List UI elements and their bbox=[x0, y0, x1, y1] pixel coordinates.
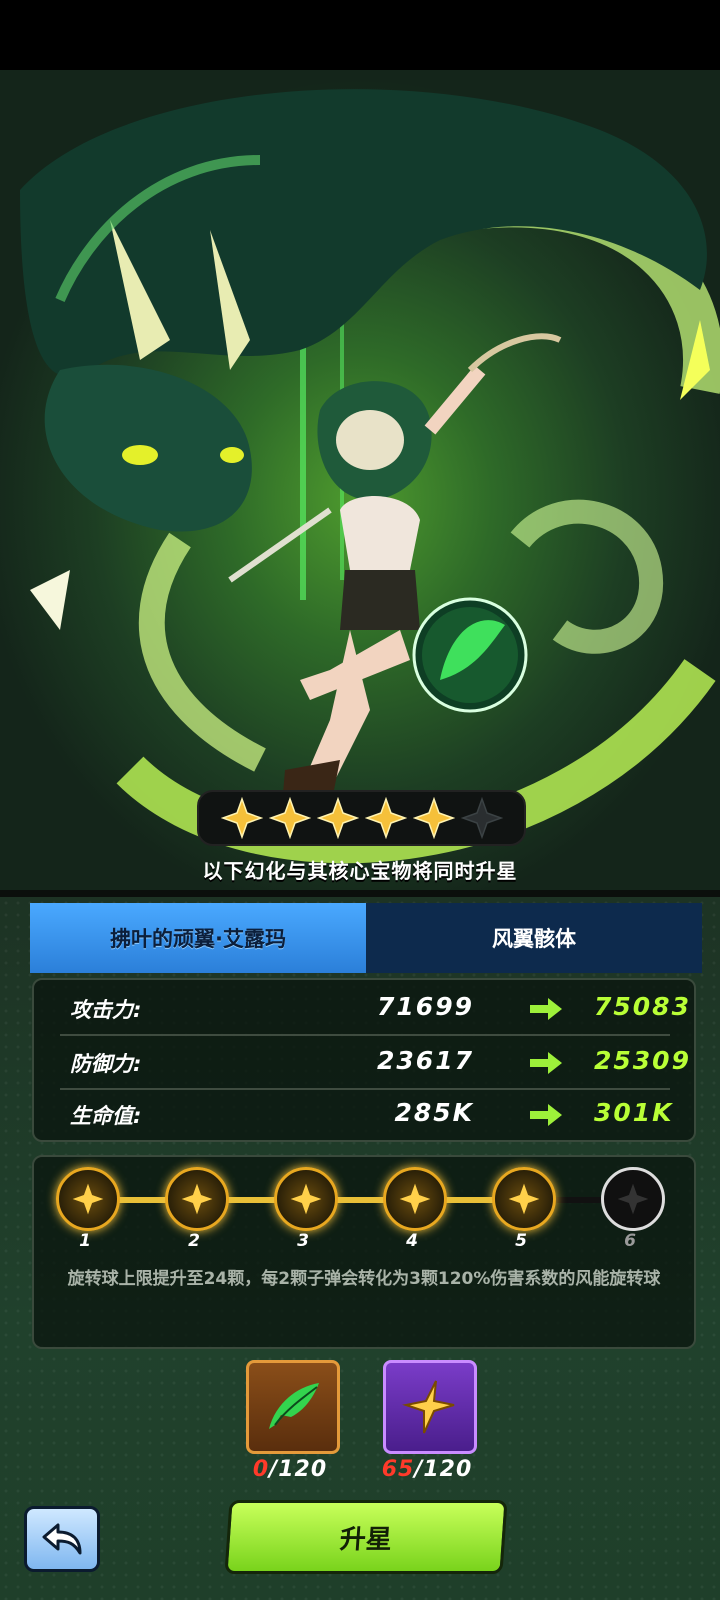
upgrade-star-button[interactable]: 升星 bbox=[224, 1500, 508, 1574]
gold-star-crystal-icon bbox=[402, 1380, 455, 1434]
tab-treasure[interactable]: 风翼骸体 bbox=[366, 903, 702, 973]
stats-panel: 攻击力: 71699 75083 防御力: 23617 25309 生命值: 2… bbox=[32, 978, 696, 1142]
material-need: /120 bbox=[269, 1457, 328, 1482]
stat-row-attack: 攻击力: 71699 75083 bbox=[60, 984, 689, 1036]
progress-node-label: 6 bbox=[624, 1231, 636, 1251]
star-empty-icon bbox=[617, 1183, 649, 1215]
star-filled-icon bbox=[508, 1183, 540, 1215]
material-have: 65 bbox=[381, 1457, 415, 1482]
stat-current: 71699 bbox=[377, 992, 474, 1021]
stat-label: 生命值: bbox=[70, 1104, 142, 1128]
stat-next: 301K bbox=[594, 1098, 674, 1127]
progress-node-label: 4 bbox=[406, 1231, 418, 1251]
tab-character[interactable]: 拂叶的顽翼·艾露玛 bbox=[30, 903, 366, 973]
progress-node[interactable] bbox=[274, 1167, 338, 1231]
star-filled-icon bbox=[268, 797, 311, 839]
upgrade-notice: 以下幻化与其核心宝物将同时升星 bbox=[202, 859, 518, 883]
progress-description: 旋转球上限提升至24颗，每2颗子弹会转化为3颗120%伤害系数的风能旋转球 bbox=[67, 1269, 661, 1289]
stat-label: 攻击力: bbox=[70, 998, 142, 1022]
status-bar bbox=[0, 0, 720, 70]
star-filled-icon bbox=[181, 1183, 213, 1215]
progress-node-label: 5 bbox=[515, 1231, 527, 1251]
stat-current: 285K bbox=[394, 1098, 474, 1127]
stat-next: 25309 bbox=[594, 1046, 691, 1075]
progress-node[interactable] bbox=[165, 1167, 229, 1231]
star-progress-panel: 旋转球上限提升至24颗，每2颗子弹会转化为3颗120%伤害系数的风能旋转球 1 2… bbox=[32, 1155, 696, 1349]
stat-row-defense: 防御力: 23617 25309 bbox=[60, 1038, 689, 1090]
arrow-right-icon bbox=[530, 1104, 562, 1126]
star-filled-icon bbox=[72, 1183, 104, 1215]
material-slot-star[interactable] bbox=[383, 1360, 477, 1454]
star-rating-bar bbox=[197, 790, 526, 846]
progress-node[interactable] bbox=[56, 1167, 120, 1231]
star-filled-icon bbox=[399, 1183, 431, 1215]
back-button[interactable] bbox=[24, 1506, 100, 1572]
star-empty-icon bbox=[460, 797, 503, 839]
material-have: 0 bbox=[252, 1457, 270, 1482]
hero-illustration bbox=[20, 89, 720, 864]
stat-current: 23617 bbox=[377, 1046, 474, 1075]
hero-artwork bbox=[0, 70, 720, 890]
arrow-right-icon bbox=[530, 998, 562, 1020]
star-filled-icon bbox=[290, 1183, 322, 1215]
tab-bar: 拂叶的顽翼·艾露玛 风翼骸体 bbox=[30, 903, 702, 973]
arrow-right-icon bbox=[530, 1052, 562, 1074]
progress-node[interactable] bbox=[601, 1167, 665, 1231]
material-slot-wing[interactable] bbox=[246, 1360, 340, 1454]
material-count-wing: 0/120 bbox=[230, 1457, 350, 1482]
progress-node-label: 3 bbox=[297, 1231, 309, 1251]
progress-node[interactable] bbox=[383, 1167, 447, 1231]
back-arrow-icon bbox=[42, 1523, 82, 1555]
stat-row-hp: 生命值: 285K 301K bbox=[60, 1090, 672, 1140]
star-filled-icon bbox=[316, 797, 359, 839]
stat-label: 防御力: bbox=[70, 1052, 142, 1076]
star-filled-icon bbox=[364, 797, 407, 839]
star-filled-icon bbox=[220, 797, 263, 839]
star-filled-icon bbox=[412, 797, 455, 839]
green-wing-icon bbox=[269, 1383, 319, 1429]
progress-node-label: 2 bbox=[188, 1231, 200, 1251]
material-count-star: 65/120 bbox=[367, 1457, 487, 1482]
material-need: /120 bbox=[414, 1457, 473, 1482]
progress-node[interactable] bbox=[492, 1167, 556, 1231]
progress-node-label: 1 bbox=[79, 1231, 91, 1251]
stat-next: 75083 bbox=[594, 992, 691, 1021]
